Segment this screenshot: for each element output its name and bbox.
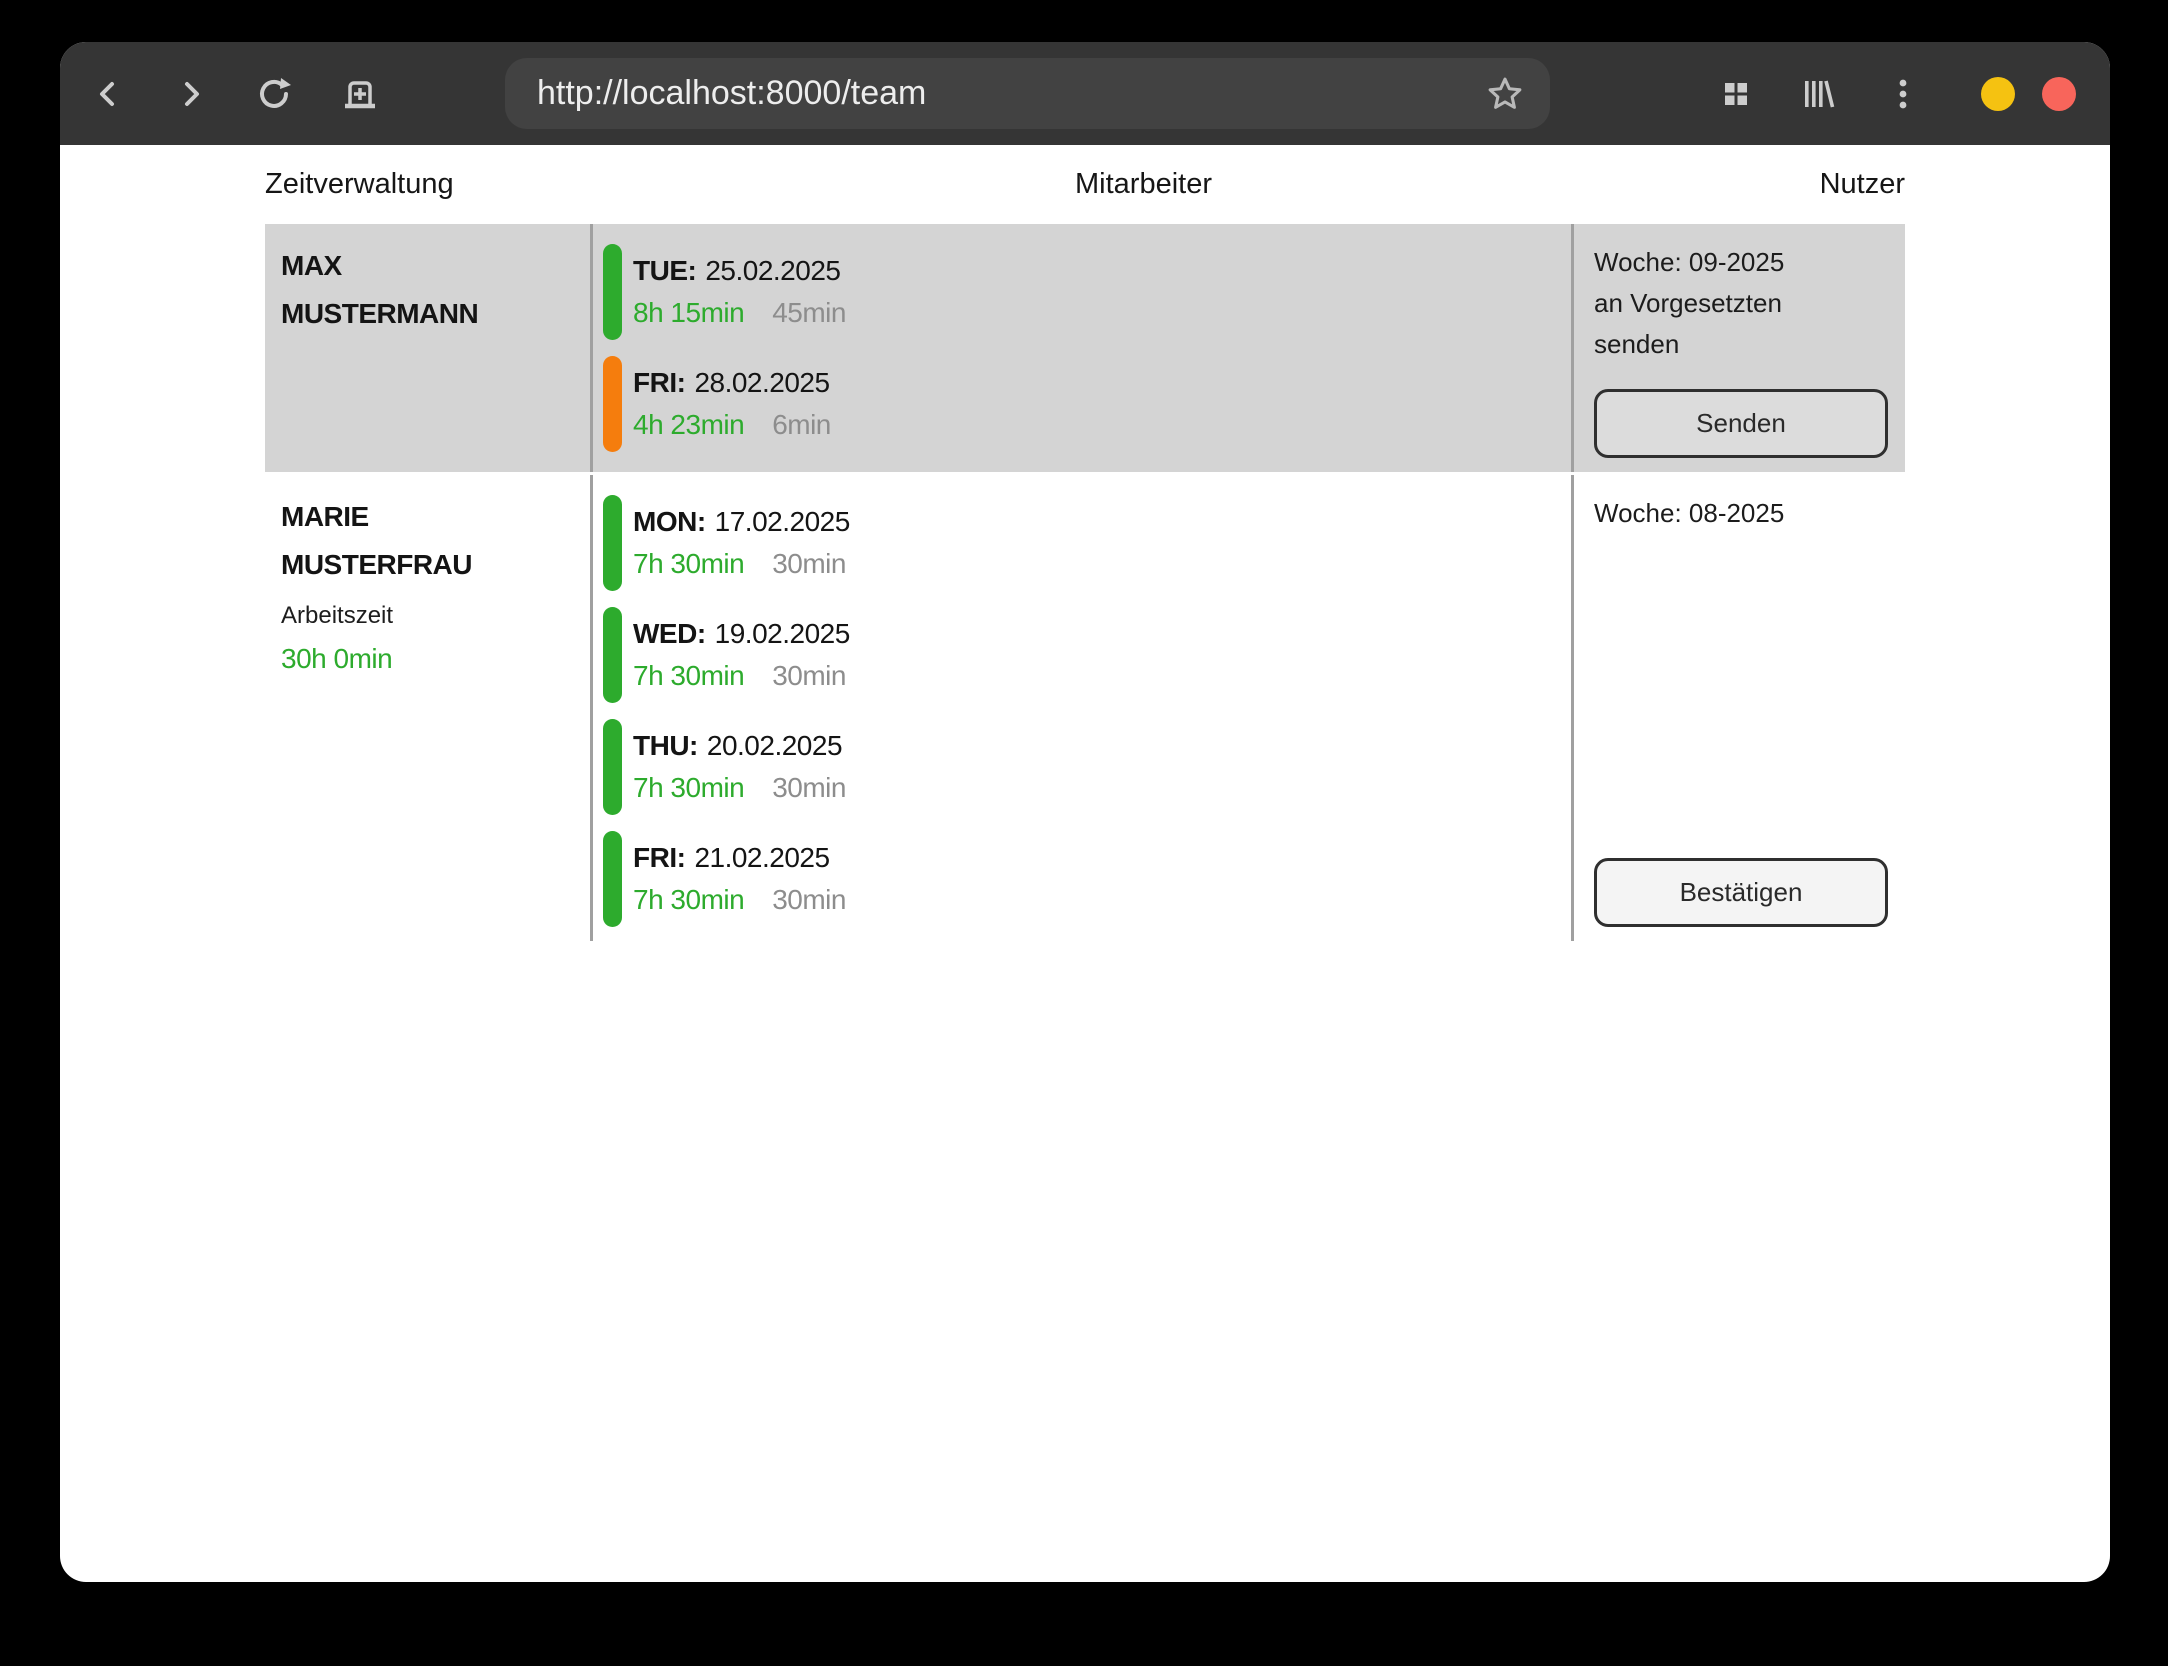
entry-status-bar <box>603 607 622 703</box>
week-label: Woche: 08-2025 <box>1594 493 1888 534</box>
employee-name-cell: MAX MUSTERMANN <box>265 224 593 472</box>
entry-work-time: 8h 15min <box>633 297 744 328</box>
url-text[interactable]: http://localhost:8000/team <box>537 74 1486 113</box>
library-books-icon <box>1799 75 1837 113</box>
entry-status-bar <box>603 495 622 591</box>
time-entry: FRI: 28.02.2025 4h 23min 6min <box>603 356 1559 452</box>
week-action-text: senden <box>1594 324 1888 365</box>
time-entry: WED: 19.02.2025 7h 30min 30min <box>603 607 1559 703</box>
entry-work-time: 7h 30min <box>633 660 744 691</box>
kebab-menu-icon <box>1886 75 1920 113</box>
bestaetigen-button[interactable]: Bestätigen <box>1594 858 1888 927</box>
employee-row-max-mustermann: MAX MUSTERMANN TUE: 25.02.2025 8h 15min 45… <box>265 224 1905 472</box>
browser-window: http://localhost:8000/team <box>60 42 2110 1582</box>
reload-icon <box>255 74 295 114</box>
entry-day: THU: <box>633 730 698 761</box>
back-chevron-icon <box>91 77 125 111</box>
close-button[interactable] <box>2042 77 2076 111</box>
browser-toolbar: http://localhost:8000/team <box>60 42 2110 145</box>
entry-status-bar <box>603 719 622 815</box>
new-tab-button[interactable] <box>336 70 384 118</box>
entry-date: 20.02.2025 <box>707 730 842 761</box>
extensions-grid-button[interactable] <box>1712 70 1760 118</box>
entry-day: TUE: <box>633 255 696 286</box>
entry-work-time: 7h 30min <box>633 548 744 579</box>
back-button[interactable] <box>84 70 132 118</box>
time-entry: THU: 20.02.2025 7h 30min 30min <box>603 719 1559 815</box>
week-action-text: an Vorgesetzten <box>1594 283 1888 324</box>
time-entry: MON: 17.02.2025 7h 30min 30min <box>603 495 1559 591</box>
entry-date: 19.02.2025 <box>715 618 850 649</box>
entry-date: 17.02.2025 <box>715 506 850 537</box>
forward-button[interactable] <box>167 70 215 118</box>
nav-item-mitarbeiter[interactable]: Mitarbeiter <box>1075 168 1212 201</box>
entry-work-time: 7h 30min <box>633 884 744 915</box>
entry-date: 25.02.2025 <box>705 255 840 286</box>
entry-day: FRI: <box>633 367 685 398</box>
employee-row-marie-musterfrau: MARIE MUSTERFRAU Arbeitszeit 30h 0min MO… <box>265 475 1905 941</box>
employee-last-name: MUSTERFRAU <box>281 541 574 589</box>
menu-button[interactable] <box>1879 70 1927 118</box>
employee-first-name: MARIE <box>281 493 574 541</box>
work-time-total: 30h 0min <box>281 637 574 681</box>
week-actions-cell: Woche: 09-2025 an Vorgesetzten senden Se… <box>1574 224 1905 472</box>
entry-status-bar <box>603 356 622 452</box>
entry-pause-time: 30min <box>772 660 846 691</box>
employee-first-name: MAX <box>281 242 574 290</box>
entry-pause-time: 30min <box>772 884 846 915</box>
nav-item-nutzer[interactable]: Nutzer <box>1820 168 1905 201</box>
time-entry: TUE: 25.02.2025 8h 15min 45min <box>603 244 1559 340</box>
senden-button[interactable]: Senden <box>1594 389 1888 458</box>
reload-button[interactable] <box>251 70 299 118</box>
library-button[interactable] <box>1794 70 1842 118</box>
entry-pause-time: 6min <box>772 409 831 440</box>
page-content: Zeitverwaltung Mitarbeiter Nutzer MAX MU… <box>60 145 2110 941</box>
entry-pause-time: 30min <box>772 772 846 803</box>
week-actions-cell: Woche: 08-2025 Bestätigen <box>1574 475 1905 941</box>
employee-name-cell: MARIE MUSTERFRAU Arbeitszeit 30h 0min <box>265 475 593 941</box>
entry-pause-time: 30min <box>772 548 846 579</box>
time-entries-cell: TUE: 25.02.2025 8h 15min 45min FRI: 28.02.2… <box>593 224 1574 472</box>
grid-icon <box>1719 77 1753 111</box>
new-tab-icon <box>340 74 380 114</box>
minimize-button[interactable] <box>1981 77 2015 111</box>
entry-status-bar <box>603 831 622 927</box>
nav-item-zeitverwaltung[interactable]: Zeitverwaltung <box>265 168 454 201</box>
entry-date: 28.02.2025 <box>694 367 829 398</box>
app-nav-header: Zeitverwaltung Mitarbeiter Nutzer <box>265 145 1905 224</box>
bookmark-star-icon[interactable] <box>1486 75 1524 113</box>
work-time-label: Arbeitszeit <box>281 595 574 637</box>
entry-day: MON: <box>633 506 706 537</box>
entry-pause-time: 45min <box>772 297 846 328</box>
entry-work-time: 7h 30min <box>633 772 744 803</box>
entry-day: WED: <box>633 618 706 649</box>
time-entries-cell: MON: 17.02.2025 7h 30min 30min WED: 19.02.2… <box>593 475 1574 941</box>
url-bar[interactable]: http://localhost:8000/team <box>505 58 1550 129</box>
entry-date: 21.02.2025 <box>694 842 829 873</box>
desktop-background: http://localhost:8000/team <box>0 0 2168 1666</box>
forward-chevron-icon <box>174 77 208 111</box>
entry-status-bar <box>603 244 622 340</box>
entry-day: FRI: <box>633 842 685 873</box>
entry-work-time: 4h 23min <box>633 409 744 440</box>
week-label: Woche: 09-2025 <box>1594 242 1888 283</box>
time-entry: FRI: 21.02.2025 7h 30min 30min <box>603 831 1559 927</box>
employee-last-name: MUSTERMANN <box>281 290 574 338</box>
